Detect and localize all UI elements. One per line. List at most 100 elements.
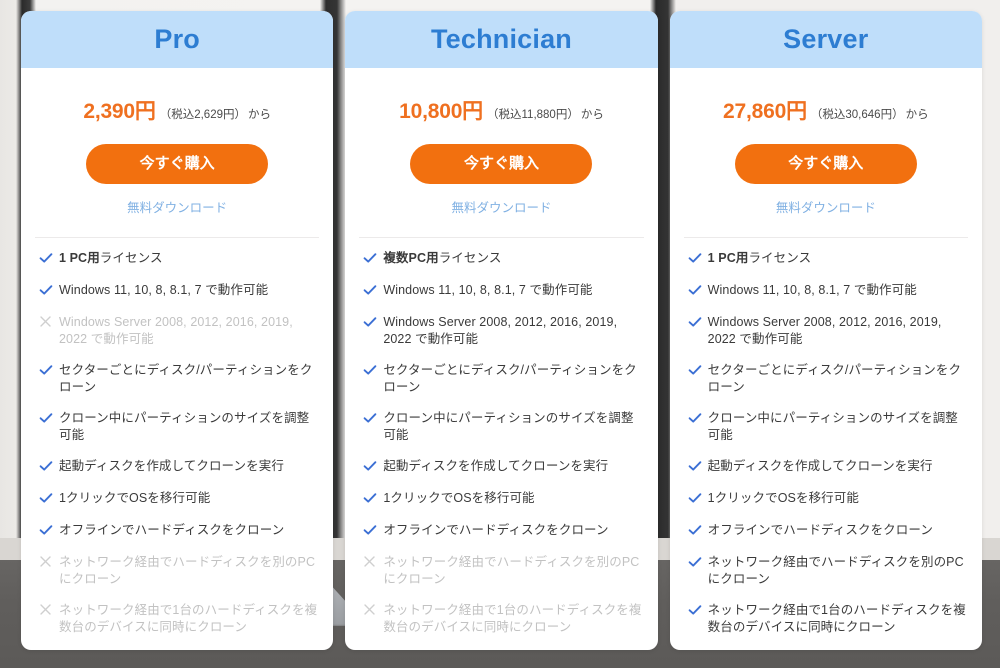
feature-label: Windows 11, 10, 8, 8.1, 7 で動作可能 [383, 283, 593, 297]
feature-label: 起動ディスクを作成してクローンを実行 [707, 459, 933, 473]
feature-list: 1 PC用ライセンス Windows 11, 10, 8, 8.1, 7 で動作可… [35, 250, 319, 650]
check-icon [688, 363, 708, 380]
feature-item: セクターごとにディスク/パーティションをクローン [359, 362, 643, 396]
feature-label: クローン中にパーティションのサイズを調整可能 [707, 411, 958, 442]
feature-item: Windows Server 2008, 2012, 2016, 2019, 2… [684, 314, 968, 348]
price-tax-note: （税込11,880円） [487, 109, 579, 121]
feature-label: オフラインでハードディスクをクローン [707, 523, 933, 537]
feature-label-rest: ライセンス [438, 251, 502, 265]
feature-label: Windows 11, 10, 8, 8.1, 7 で動作可能 [59, 283, 269, 297]
feature-item: Windows 11, 10, 8, 8.1, 7 で動作可能 [684, 282, 968, 300]
card-header: Technician [345, 11, 658, 68]
feature-item: 1クリックでOSを移行可能 [359, 490, 643, 508]
price-row: 27,860円 （税込30,646円） から [684, 95, 968, 125]
buy-now-button[interactable]: 今すぐ購入 [86, 144, 269, 184]
price-from-suffix: から [905, 109, 929, 121]
check-icon [39, 459, 59, 476]
price-from-suffix: から [580, 109, 604, 121]
free-download-link[interactable]: 無料ダウンロード [359, 197, 643, 216]
card-body: 27,860円 （税込30,646円） から今すぐ購入無料ダウンロード 1 PC用ライ… [670, 68, 982, 650]
feature-label: 1 PC用ライセンス [708, 250, 812, 267]
feature-list-divider [359, 237, 644, 238]
plan-title: Server [783, 24, 869, 54]
check-icon [363, 411, 383, 428]
feature-list: 複数PC用ライセンス Windows 11, 10, 8, 8.1, 7 で動作可… [359, 250, 643, 650]
check-icon [688, 315, 708, 332]
check-icon [688, 523, 708, 540]
feature-label: セクターごとにディスク/パーティションをクローン [707, 363, 962, 394]
feature-label: 複数PC用ライセンス [383, 250, 501, 267]
plan-title: Pro [154, 24, 200, 54]
card-header: Server [669, 11, 982, 68]
feature-item: 複数PC用ライセンス [359, 250, 643, 268]
check-icon [39, 283, 59, 300]
feature-item: ネットワーク経由でハードディスクを別のPCにクローン [684, 554, 968, 588]
feature-item: Windows Server 2008, 2012, 2016, 2019, 2… [359, 314, 643, 348]
feature-label-rest: ライセンス [99, 251, 163, 265]
check-icon [39, 491, 59, 508]
card-body: 2,390円 （税込2,629円） から今すぐ購入無料ダウンロード 1 PC用ライセン… [21, 68, 333, 650]
feature-item: ネットワーク経由で1台のハードディスクを複数台のデバイスに同時にクローン [35, 602, 319, 636]
feature-item: 1 PC用ライセンス [35, 250, 319, 268]
free-download-link[interactable]: 無料ダウンロード [684, 197, 968, 216]
feature-item: オフラインでハードディスクをクローン [35, 522, 319, 540]
check-icon [363, 523, 383, 540]
price-amount: 10,800円 [399, 100, 483, 123]
feature-item: オフラインでハードディスクをクローン [359, 522, 643, 540]
check-icon [363, 315, 383, 332]
feature-item: セクターごとにディスク/パーティションをクローン [35, 362, 319, 396]
feature-label: 1クリックでOSを移行可能 [59, 491, 211, 505]
check-icon [363, 363, 383, 380]
feature-label: 起動ディスクを作成してクローンを実行 [59, 459, 284, 473]
feature-list: 1 PC用ライセンス Windows 11, 10, 8, 8.1, 7 で動作可… [684, 250, 968, 650]
pricing-card-pro: Pro 2,390円 （税込2,629円） から今すぐ購入無料ダウンロード 1 PC用ラ… [21, 11, 334, 650]
pricing-card-server: Server 27,860円 （税込30,646円） から今すぐ購入無料ダウンロード 1… [669, 11, 982, 650]
price-tax-note: （税込30,646円） [810, 109, 904, 121]
feature-item: Windows 11, 10, 8, 8.1, 7 で動作可能 [35, 282, 319, 300]
card-body: 10,800円 （税込11,880円） から今すぐ購入無料ダウンロード複数PC用ライ… [345, 68, 657, 650]
check-icon [688, 251, 708, 268]
feature-label: クローン中にパーティションのサイズを調整可能 [383, 411, 634, 442]
free-download-link[interactable]: 無料ダウンロード [35, 197, 319, 216]
plan-title: Technician [430, 24, 573, 54]
price-tax-note: （税込2,629円） [159, 109, 246, 121]
feature-label: Windows Server 2008, 2012, 2016, 2019, 2… [59, 315, 293, 346]
check-icon [688, 603, 708, 620]
feature-item: 1クリックでOSを移行可能 [684, 490, 968, 508]
cross-icon [39, 315, 59, 332]
feature-label: セクターごとにディスク/パーティションをクローン [59, 363, 313, 394]
feature-item: クローン中にパーティションのサイズを調整可能 [684, 410, 968, 444]
pricing-card-technician: Technician 10,800円 （税込11,880円） から今すぐ購入無料ダウン… [345, 11, 658, 650]
buy-now-button[interactable]: 今すぐ購入 [410, 144, 593, 184]
check-icon [39, 363, 59, 380]
price-row: 2,390円 （税込2,629円） から [35, 95, 319, 125]
check-icon [363, 251, 383, 268]
card-header: Pro [21, 11, 334, 68]
feature-label: 1クリックでOSを移行可能 [383, 491, 535, 505]
buy-now-button[interactable]: 今すぐ購入 [734, 144, 917, 184]
feature-label: Windows Server 2008, 2012, 2016, 2019, 2… [707, 315, 942, 346]
feature-label: ネットワーク経由でハードディスクを別のPCにクローン [383, 555, 640, 586]
feature-label: ネットワーク経由で1台のハードディスクを複数台のデバイスに同時にクローン [383, 603, 642, 634]
cross-icon [39, 603, 59, 620]
feature-label: セクターごとにディスク/パーティションをクローン [383, 363, 637, 394]
feature-item: Windows 11, 10, 8, 8.1, 7 で動作可能 [359, 282, 643, 300]
feature-item: Windows Server 2008, 2012, 2016, 2019, 2… [35, 314, 319, 348]
price-amount: 27,860円 [723, 100, 807, 123]
feature-label: オフラインでハードディスクをクローン [59, 523, 285, 537]
price-from-suffix: から [247, 109, 271, 121]
feature-item: 1 PC用ライセンス [684, 250, 968, 268]
feature-label: ネットワーク経由で1台のハードディスクを複数台のデバイスに同時にクローン [707, 603, 966, 634]
feature-item: 起動ディスクを作成してクローンを実行 [684, 458, 968, 476]
feature-item: オフラインでハードディスクをクローン [684, 522, 968, 540]
pricing-table: Pro 2,390円 （税込2,629円） から今すぐ購入無料ダウンロード 1 PC用ラ… [0, 0, 1000, 668]
feature-item: ネットワーク経由で1台のハードディスクを複数台のデバイスに同時にクローン [359, 602, 643, 636]
feature-item: 1クリックでOSを移行可能 [35, 490, 319, 508]
check-icon [363, 491, 383, 508]
feature-label: 1 PC用ライセンス [59, 250, 163, 267]
cross-icon [363, 603, 383, 620]
check-icon [363, 283, 383, 300]
check-icon [39, 523, 59, 540]
check-icon [688, 555, 708, 572]
feature-item: 起動ディスクを作成してクローンを実行 [359, 458, 643, 476]
